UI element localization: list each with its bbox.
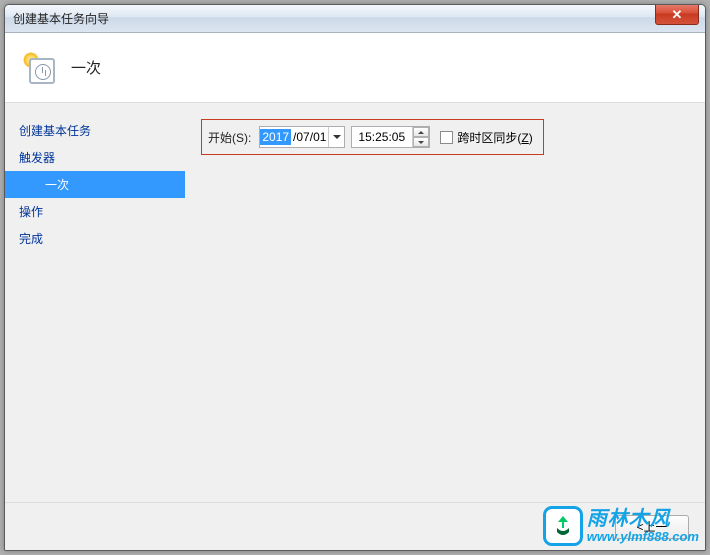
date-input[interactable]: 2017 /07/01 xyxy=(259,126,345,148)
watermark-icon xyxy=(543,506,583,546)
sidebar-item-trigger[interactable]: 触发器 xyxy=(5,144,185,171)
page-title: 一次 xyxy=(71,57,101,78)
time-spin-up[interactable] xyxy=(413,127,429,137)
window-buttons: ✕ xyxy=(655,5,705,25)
time-input[interactable]: 15:25:05 xyxy=(351,126,430,148)
time-value[interactable]: 15:25:05 xyxy=(352,130,412,144)
start-label: 开始(S): xyxy=(208,129,251,146)
time-spin-down[interactable] xyxy=(413,137,429,147)
schedule-icon xyxy=(23,52,55,84)
sync-label[interactable]: 跨时区同步(Z) xyxy=(457,129,532,146)
watermark-url: www.ylmf888.com xyxy=(587,530,699,544)
start-row: 开始(S): 2017 /07/01 15:25:05 跨时区同步(Z) xyxy=(201,119,544,155)
date-dropdown-icon[interactable] xyxy=(328,127,344,147)
window-title: 创建基本任务向导 xyxy=(13,10,109,27)
sync-checkbox[interactable] xyxy=(440,131,453,144)
wizard-window: 创建基本任务向导 ✕ 一次 创建基本任务 触发器 一次 操作 完成 开始(S):… xyxy=(4,4,706,551)
date-year[interactable]: 2017 xyxy=(260,129,291,145)
main-panel: 开始(S): 2017 /07/01 15:25:05 跨时区同步(Z) xyxy=(185,103,705,502)
sync-checkbox-wrap: 跨时区同步(Z) xyxy=(440,129,532,146)
titlebar[interactable]: 创建基本任务向导 ✕ xyxy=(5,5,705,33)
wizard-header: 一次 xyxy=(5,33,705,103)
close-button[interactable]: ✕ xyxy=(655,5,699,25)
sidebar-item-create-task[interactable]: 创建基本任务 xyxy=(5,117,185,144)
watermark-cn: 雨林木风 xyxy=(587,508,699,530)
wizard-body: 创建基本任务 触发器 一次 操作 完成 开始(S): 2017 /07/01 1… xyxy=(5,103,705,502)
close-icon: ✕ xyxy=(672,7,683,23)
sidebar-item-finish[interactable]: 完成 xyxy=(5,225,185,252)
sidebar-item-once[interactable]: 一次 xyxy=(5,171,185,198)
sidebar-item-action[interactable]: 操作 xyxy=(5,198,185,225)
date-rest[interactable]: /07/01 xyxy=(291,130,328,144)
watermark-text: 雨林木风 www.ylmf888.com xyxy=(587,508,699,544)
watermark: 雨林木风 www.ylmf888.com xyxy=(543,506,699,546)
sidebar: 创建基本任务 触发器 一次 操作 完成 xyxy=(5,103,185,502)
time-spinner xyxy=(412,127,429,147)
